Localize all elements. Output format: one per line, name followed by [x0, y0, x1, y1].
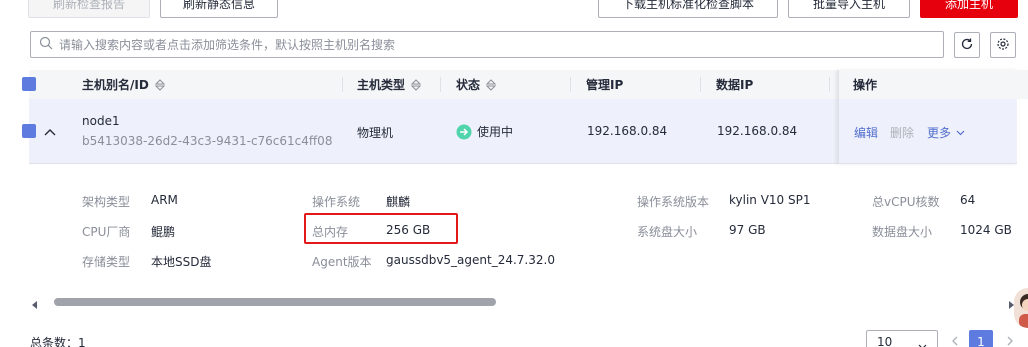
header-mgmt-ip: 管理IP [586, 70, 623, 99]
page-number[interactable]: 1 [969, 330, 993, 347]
chevron-right-icon [1007, 335, 1014, 347]
next-page-button[interactable] [1002, 330, 1018, 347]
header-alias-label: 主机别名/ID [82, 78, 149, 92]
os-version-value: kylin V10 SP1 [729, 193, 811, 207]
column-divider [342, 77, 343, 92]
system-disk-value: 97 GB [729, 223, 766, 237]
header-type[interactable]: 主机类型 [357, 70, 422, 99]
batch-import-button[interactable]: 批量导入主机 [788, 0, 910, 18]
row-checkbox[interactable] [22, 124, 36, 138]
highlight-box [304, 213, 458, 244]
avatar-icon [1014, 294, 1028, 328]
header-data-ip: 数据IP [716, 70, 753, 99]
prev-page-button[interactable] [946, 330, 962, 347]
sort-icon[interactable] [486, 78, 497, 91]
chevron-down-icon [956, 130, 965, 136]
settings-button[interactable] [990, 32, 1016, 58]
search-input[interactable] [53, 32, 943, 57]
refresh-list-button[interactable] [954, 32, 980, 58]
agent-label: Agent版本 [312, 255, 372, 269]
host-type: 物理机 [357, 126, 394, 140]
status-text: 使用中 [477, 125, 514, 139]
column-divider [829, 77, 830, 92]
status-running-icon [456, 124, 472, 140]
search-box[interactable] [30, 31, 944, 58]
host-alias: node1 [82, 114, 120, 128]
os-version-label: 操作系统版本 [637, 195, 710, 209]
header-type-label: 主机类型 [357, 78, 406, 92]
delete-link[interactable]: 删除 [890, 124, 914, 141]
agent-value: gaussdbv5_agent_24.7.32.0 [386, 253, 555, 267]
operations-column: 编辑 删除 更多 [838, 70, 1018, 164]
header-data-ip-label: 数据IP [716, 78, 754, 92]
mgmt-ip: 192.168.0.84 [587, 124, 668, 138]
cpu-vendor-label: CPU厂商 [82, 225, 131, 239]
assistant-avatar[interactable] [1014, 288, 1028, 328]
horizontal-scrollbar[interactable] [30, 296, 1016, 309]
gear-icon [996, 37, 1010, 54]
more-label: 更多 [927, 126, 952, 140]
cpu-vendor-value: 鲲鹏 [151, 225, 176, 239]
column-divider [440, 77, 441, 92]
more-dropdown[interactable]: 更多 [927, 124, 965, 141]
column-divider [570, 77, 571, 92]
header-status[interactable]: 状态 [456, 70, 497, 99]
refresh-report-button[interactable]: 刷新检查报告 [28, 0, 150, 18]
chevron-left-icon [951, 335, 958, 347]
page-size-select[interactable]: 10 [866, 330, 938, 347]
os-label: 操作系统 [312, 195, 361, 209]
storage-label: 存储类型 [82, 255, 131, 269]
vcpu-label: 总vCPU核数 [872, 195, 940, 209]
arch-value: ARM [151, 193, 178, 207]
header-mgmt-ip-label: 管理IP [586, 78, 624, 92]
os-value: 麒麟 [386, 195, 411, 209]
search-icon [39, 36, 53, 53]
page-size-value: 10 [877, 335, 893, 347]
status-badge: 使用中 [456, 123, 513, 140]
download-script-button[interactable]: 下载主机标准化检查脚本 [598, 0, 778, 18]
column-divider [700, 77, 701, 92]
chevron-up-icon[interactable] [44, 125, 56, 139]
storage-value: 本地SSD盘 [151, 255, 212, 269]
refresh-static-button[interactable]: 刷新静态信息 [160, 0, 278, 18]
data-disk-label: 数据盘大小 [872, 225, 933, 239]
scroll-left-icon[interactable] [32, 298, 38, 312]
data-disk-value: 1024 GB [960, 223, 1012, 237]
data-ip: 192.168.0.84 [717, 124, 798, 138]
edit-link[interactable]: 编辑 [854, 124, 878, 141]
arch-label: 架构类型 [82, 195, 131, 209]
sort-icon[interactable] [154, 78, 165, 91]
select-all-checkbox[interactable] [22, 77, 36, 91]
vcpu-value: 64 [960, 193, 976, 207]
total-count: 总条数：1 [30, 336, 86, 347]
system-disk-label: 系统盘大小 [637, 225, 698, 239]
header-status-label: 状态 [456, 78, 481, 92]
sort-icon[interactable] [411, 78, 422, 91]
chevron-down-icon [918, 339, 927, 347]
host-id: b5413038-26d2-43c3-9431-c76c61c4ff08 [82, 134, 333, 148]
scrollbar-thumb[interactable] [54, 298, 496, 306]
header-alias[interactable]: 主机别名/ID [82, 70, 165, 99]
add-host-button[interactable]: 添加主机 [920, 0, 1018, 18]
refresh-icon [960, 37, 974, 54]
